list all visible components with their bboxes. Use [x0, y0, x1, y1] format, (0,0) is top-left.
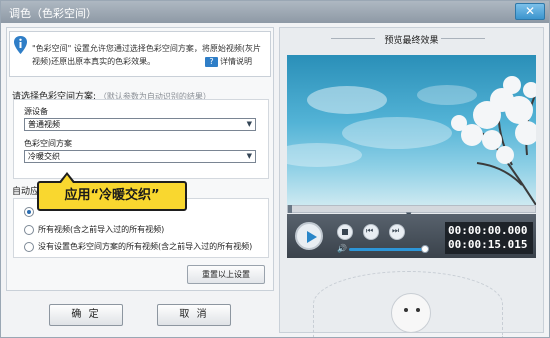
- seek-bar[interactable]: [287, 205, 536, 213]
- close-button[interactable]: ✕: [515, 3, 545, 20]
- play-button[interactable]: [295, 222, 323, 250]
- help-icon: ?: [205, 56, 218, 67]
- radio-label: 没有设置色彩空间方案的所有视频(含之前导入过的所有视频): [38, 242, 253, 251]
- mascot-eye: [416, 308, 420, 312]
- window-title: 调色（色彩空间）: [9, 7, 97, 20]
- mascot-icon: [391, 293, 431, 333]
- callout-tail-inner: [61, 175, 73, 183]
- video-frame-image: [287, 76, 536, 205]
- radio-option-current[interactable]: [24, 207, 38, 217]
- ok-button[interactable]: 确 定: [49, 304, 123, 326]
- help-link[interactable]: ? 详情说明: [205, 56, 252, 67]
- previous-frame-button[interactable]: [363, 224, 379, 240]
- radio-option-unset[interactable]: 没有设置色彩空间方案的所有视频(含之前导入过的所有视频): [24, 241, 252, 252]
- current-time: 00:00:00.000: [448, 224, 528, 237]
- reset-button[interactable]: 重置以上设置: [187, 265, 265, 284]
- chevron-down-icon: ▼: [246, 152, 252, 160]
- mascot-eye: [404, 308, 408, 312]
- info-icon: [14, 36, 27, 54]
- source-device-value: 普通视频: [28, 120, 60, 129]
- colorspace-select[interactable]: 冷暖交织 ▼: [24, 150, 256, 163]
- source-device-label: 源设备: [24, 107, 48, 116]
- volume-icon[interactable]: 🔊: [337, 244, 347, 253]
- colorspace-label: 色彩空间方案: [24, 139, 72, 148]
- source-device-select[interactable]: 普通视频 ▼: [24, 118, 256, 131]
- cancel-button[interactable]: 取 消: [157, 304, 231, 326]
- callout-annotation: 应用“冷暖交织”: [37, 181, 187, 211]
- scheme-group: 源设备 普通视频 ▼ 色彩空间方案 冷暖交织 ▼: [13, 99, 269, 179]
- help-label: 详情说明: [220, 57, 252, 66]
- radio-button[interactable]: [24, 207, 34, 217]
- title-bar: 调色（色彩空间） ✕: [1, 1, 549, 23]
- auto-apply-label: 自动应: [12, 187, 40, 197]
- preview-title: 预览最终效果: [384, 36, 439, 46]
- volume-handle[interactable]: [421, 245, 429, 253]
- total-time: 00:00:15.015: [448, 238, 528, 251]
- time-display: 00:00:00.000 00:00:15.015: [445, 222, 533, 254]
- chevron-down-icon: ▼: [246, 120, 252, 128]
- colorspace-value: 冷暖交织: [28, 152, 60, 161]
- info-box: "色彩空间" 设置允许您通过选择色彩空间方案，将原始视频(灰片视频)还原出原本真…: [9, 31, 271, 77]
- volume-slider[interactable]: [349, 248, 425, 251]
- radio-button[interactable]: [24, 224, 34, 235]
- radio-option-all[interactable]: 所有视频(含之前导入过的所有视频): [24, 224, 164, 235]
- radio-button[interactable]: [24, 241, 34, 252]
- next-frame-button[interactable]: [389, 224, 405, 240]
- video-preview: [287, 55, 536, 205]
- color-dialog-window: 调色（色彩空间） ✕ "色彩空间" 设置允许您通过选择色彩空间方案，将原始视频(…: [0, 0, 550, 338]
- stop-button[interactable]: [337, 224, 353, 240]
- seek-handle[interactable]: [288, 205, 292, 213]
- radio-label: 所有视频(含之前导入过的所有视频): [38, 225, 165, 234]
